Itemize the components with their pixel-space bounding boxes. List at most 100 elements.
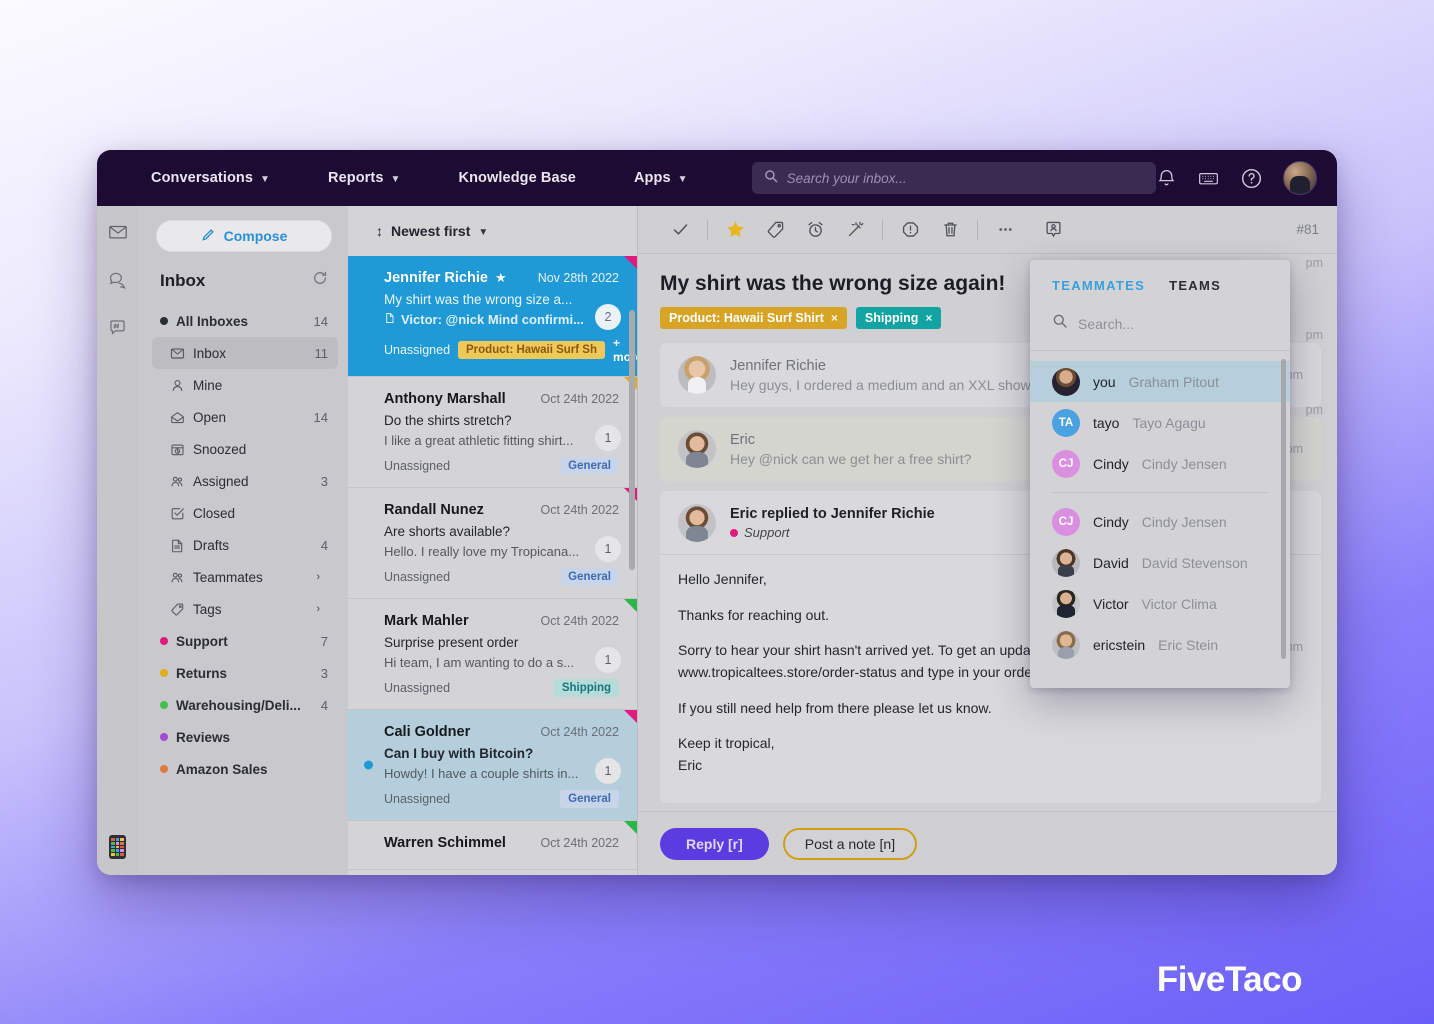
status-dot-icon [160, 669, 168, 677]
conversation-preview: Hello. I really love my Tropicana... [384, 544, 619, 559]
conversation-list-item[interactable]: Mark Mahler Oct 24th 2022 Surprise present… [348, 599, 637, 710]
conversation-list-item[interactable]: Randall Nunez Oct 24th 2022 Are shorts ava… [348, 488, 637, 599]
status-dot-icon [160, 765, 168, 773]
global-search[interactable] [751, 162, 1156, 194]
nav-item-reports[interactable]: Reports ▼ [310, 170, 419, 186]
app-window: Conversations ▼ Reports ▼ Knowledge Base… [97, 150, 1337, 875]
teammate-list-item[interactable]: TA tayo Tayo Agagu [1030, 402, 1290, 443]
user-avatar[interactable] [1283, 161, 1317, 195]
subject-tag-product[interactable]: Product: Hawaii Surf Shirt × [660, 307, 847, 329]
check-icon[interactable] [660, 210, 700, 250]
priority-corner-marker [624, 256, 637, 269]
star-icon[interactable]: ★ [495, 270, 507, 286]
conversation-subject: Can I buy with Bitcoin? [384, 746, 534, 761]
conversation-tag[interactable]: Shipping [553, 679, 619, 697]
bell-icon[interactable] [1156, 168, 1177, 189]
more-icon[interactable] [985, 210, 1025, 250]
popup-scrollbar[interactable] [1281, 359, 1286, 659]
popup-search-input[interactable] [1078, 315, 1268, 332]
brand-logo: FiveTaco [1156, 960, 1303, 999]
teammate-fullname: Cindy Jensen [1141, 455, 1227, 472]
nav-item-knowledge-base[interactable]: Knowledge Base [441, 170, 594, 186]
teammate-list-item[interactable]: David David Stevenson [1030, 542, 1290, 583]
sidebar-item-count: 11 [314, 345, 329, 361]
mail-icon[interactable] [108, 222, 128, 247]
apps-grid-icon[interactable] [109, 835, 126, 859]
sidebar-item-inbox[interactable]: Inbox 11 [152, 337, 338, 369]
avatar: CJ [1052, 449, 1080, 478]
sidebar-item-closed[interactable]: Closed [152, 497, 338, 529]
hashtag-chat-icon[interactable] [107, 317, 128, 343]
alert-icon[interactable] [890, 210, 930, 250]
teammate-list-item[interactable]: CJ Cindy Cindy Jensen [1030, 501, 1290, 542]
refresh-icon[interactable] [312, 270, 328, 291]
sidebar-item-returns[interactable]: Returns 3 [152, 657, 338, 689]
conversation-date: Oct 24th 2022 [540, 725, 619, 739]
sidebar-item-drafts[interactable]: Drafts 4 [152, 529, 338, 561]
search-input[interactable] [786, 170, 1144, 186]
chat-icon[interactable] [107, 269, 128, 295]
sidebar-item-open[interactable]: Open 14 [152, 401, 338, 433]
conversation-tag[interactable]: General [560, 790, 619, 808]
subject-tag-shipping[interactable]: Shipping × [855, 307, 942, 329]
compose-button[interactable]: Compose [156, 220, 332, 252]
teammate-list-item[interactable]: Victor Victor Clima [1030, 583, 1290, 624]
conversation-preview-text: Hi team, I am wanting to do a s... [384, 655, 575, 670]
sort-control[interactable]: ↕ Newest first ▼ [348, 206, 637, 256]
conversation-list-item[interactable]: Jennifer Richie ★ Nov 28th 2022 My shirt wa… [348, 256, 637, 377]
popup-search[interactable] [1030, 299, 1290, 351]
conversation-assignee: Unassigned [384, 681, 451, 695]
sidebar-item-snoozed[interactable]: Snoozed [152, 433, 338, 465]
teammate-handle: David [1093, 554, 1129, 571]
post-note-button[interactable]: Post a note [n] [782, 827, 918, 860]
sidebar-item-reviews[interactable]: Reviews [152, 721, 338, 753]
teammate-fullname: Graham Pitout [1128, 373, 1219, 390]
keyboard-icon[interactable] [1197, 167, 1220, 190]
conversation-list-item[interactable]: Anthony Marshall Oct 24th 2022 Do the shir… [348, 377, 637, 488]
help-icon[interactable] [1240, 167, 1263, 190]
sidebar-item-warehousing-deli[interactable]: Warehousing/Deli... 4 [152, 689, 338, 721]
assign-icon[interactable] [1033, 210, 1073, 250]
open-envelope-icon [170, 410, 185, 425]
conversation-list-item[interactable]: Warren Schimmel Oct 24th 2022 [348, 821, 637, 870]
close-icon[interactable]: × [831, 311, 838, 325]
sidebar-item-mine[interactable]: Mine [152, 369, 338, 401]
conversation-tag[interactable]: General [560, 457, 619, 475]
teammate-fullname: David Stevenson [1141, 554, 1248, 571]
teammate-handle: you [1093, 373, 1116, 390]
conversation-tag[interactable]: Product: Hawaii Surf Sh [458, 341, 606, 359]
reply-button[interactable]: Reply [r] [660, 827, 769, 860]
conversation-header-row: Warren Schimmel Oct 24th 2022 [384, 835, 619, 851]
star-icon[interactable] [715, 210, 755, 250]
tab-teams[interactable]: TEAMS [1169, 278, 1221, 299]
sidebar-item-count: 14 [313, 409, 328, 425]
teammate-fullname: Cindy Jensen [1141, 513, 1227, 530]
sidebar-item-assigned[interactable]: Assigned 3 [152, 465, 338, 497]
conversation-scrollbar[interactable] [629, 310, 635, 570]
teammate-list-item[interactable]: CJ Cindy Cindy Jensen [1030, 443, 1290, 484]
magic-wand-icon[interactable] [835, 210, 875, 250]
trash-icon[interactable] [930, 210, 970, 250]
avatar: CJ [1052, 507, 1080, 536]
conversation-tag[interactable]: General [560, 568, 619, 586]
sidebar-item-count: 7 [320, 633, 328, 649]
sidebar-item-amazon-sales[interactable]: Amazon Sales [152, 753, 338, 785]
close-icon[interactable]: × [925, 311, 932, 325]
sidebar-item-support[interactable]: Support 7 [152, 625, 338, 657]
tab-teammates[interactable]: TEAMMATES [1052, 278, 1145, 299]
conversation-list-item[interactable]: Cali Goldner Oct 24th 2022 Can I buy with … [348, 710, 637, 821]
teammate-handle: tayo [1093, 414, 1120, 431]
conversation-header-row: Jennifer Richie ★ Nov 28th 2022 [384, 270, 619, 286]
sidebar-item-all-inboxes[interactable]: All Inboxes 14 [152, 305, 338, 337]
tag-label: Shipping [864, 311, 919, 325]
nav-item-apps[interactable]: Apps ▼ [616, 170, 706, 186]
teammate-list-item[interactable]: ericstein Eric Stein [1030, 624, 1290, 665]
message-category: Support [730, 525, 935, 540]
teammate-list-item[interactable]: you Graham Pitout [1030, 361, 1290, 402]
tag-icon[interactable] [755, 210, 795, 250]
chevron-right-icon: › [316, 571, 320, 583]
nav-item-conversations[interactable]: Conversations ▼ [131, 170, 288, 186]
snooze-icon[interactable] [795, 210, 835, 250]
sidebar-item-teammates[interactable]: Teammates › [152, 561, 338, 593]
sidebar-item-tags[interactable]: Tags › [152, 593, 338, 625]
